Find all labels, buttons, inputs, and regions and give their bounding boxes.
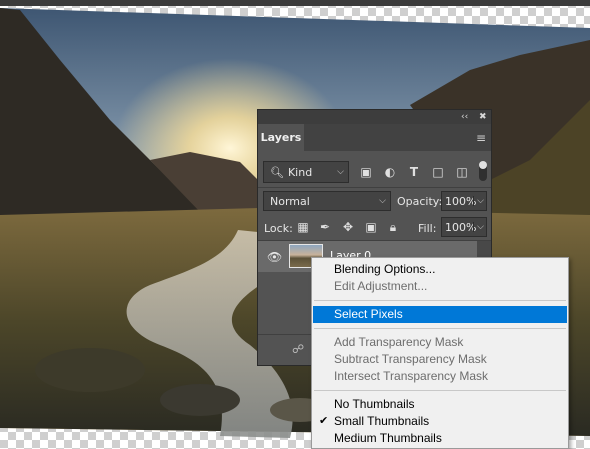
search-icon: 🔍︎ [270,165,284,179]
lock-image-pixels-icon[interactable]: ✒ [318,220,332,234]
tab-layers[interactable]: Layers [258,124,304,151]
menu-item-edit-adjustment[interactable]: Edit Adjustment... [313,278,567,295]
opacity-value: 100% [445,194,477,208]
menu-item-label: Select Pixels [334,307,403,321]
menu-item-small-thumbnails[interactable]: ✔ Small Thumbnails [313,413,567,430]
fill-label: Fill: [418,222,437,235]
menu-item-no-thumbnails[interactable]: No Thumbnails [313,396,567,413]
menu-separator [314,300,566,301]
filter-toggle-knob [479,161,487,169]
collapse-panel-icon[interactable]: ‹‹ [461,111,468,123]
opacity-field[interactable]: 100% ⌵ [441,191,487,211]
lock-transparent-pixels-icon[interactable]: ▦ [296,220,310,234]
filter-toggle-switch[interactable] [479,161,487,181]
checkmark-icon: ✔ [319,415,329,427]
menu-item-blending-options[interactable]: Blending Options... [313,261,567,278]
smart-object-filter-icon[interactable]: ◫ [455,165,469,179]
menu-item-label: Medium Thumbnails [334,431,442,445]
menu-item-label: Edit Adjustment... [334,279,428,293]
panel-title-bar: ‹‹ ✖ [258,110,491,124]
chevron-down-icon: ⌵ [337,167,344,177]
menu-item-add-transparency-mask[interactable]: Add Transparency Mask [313,334,567,351]
menu-separator [314,390,566,391]
menu-item-subtract-transparency-mask[interactable]: Subtract Transparency Mask [313,351,567,368]
chevron-down-icon: ⌵ [379,196,386,206]
filter-kind-label: Kind [287,165,313,179]
blend-mode-dropdown[interactable]: Normal ⌵ [263,191,391,211]
adjustment-filter-icon[interactable]: ◐ [383,165,397,179]
lock-all-icon[interactable]: 🔒︎ [386,220,400,234]
type-filter-icon[interactable]: T [407,165,421,179]
divider [258,187,491,188]
panel-menu-icon[interactable]: ≡ [476,131,486,145]
menu-item-label: Subtract Transparency Mask [334,352,487,366]
fill-value: 100% [445,220,477,234]
image-filter-icon[interactable]: ▣ [359,165,373,179]
menu-item-intersect-transparency-mask[interactable]: Intersect Transparency Mask [313,368,567,385]
menu-item-label: Intersect Transparency Mask [334,369,489,383]
eye-visibility-icon[interactable]: 👁︎ [267,250,282,264]
fill-field[interactable]: 100% ⌵ [441,217,487,237]
menu-item-label: Blending Options... [334,262,436,276]
lock-position-icon[interactable]: ✥ [341,220,355,234]
blend-mode-value: Normal [270,194,310,208]
panel-tab-bar: Layers ≡ [258,124,491,151]
menu-item-label: No Thumbnails [334,397,415,411]
menu-separator [314,328,566,329]
layer-context-menu: Blending Options... Edit Adjustment... S… [311,257,569,449]
menu-item-medium-thumbnails[interactable]: Medium Thumbnails [313,430,567,447]
link-layers-icon[interactable]: ☍ [292,342,304,356]
filter-kind-dropdown[interactable]: 🔍︎ Kind ⌵ [263,161,349,183]
menu-item-select-pixels[interactable]: Select Pixels [313,306,567,323]
close-panel-icon[interactable]: ✖ [479,111,487,123]
lock-label: Lock: [264,222,293,235]
menu-item-label: Small Thumbnails [334,414,430,428]
menu-item-label: Add Transparency Mask [334,335,464,349]
fill-chevron-icon[interactable]: ⌵ [473,222,484,232]
lock-artboard-icon[interactable]: ▣ [364,220,378,234]
shape-filter-icon[interactable]: □ [431,165,445,179]
opacity-label: Opacity: [397,195,443,208]
opacity-chevron-icon[interactable]: ⌵ [473,196,484,206]
